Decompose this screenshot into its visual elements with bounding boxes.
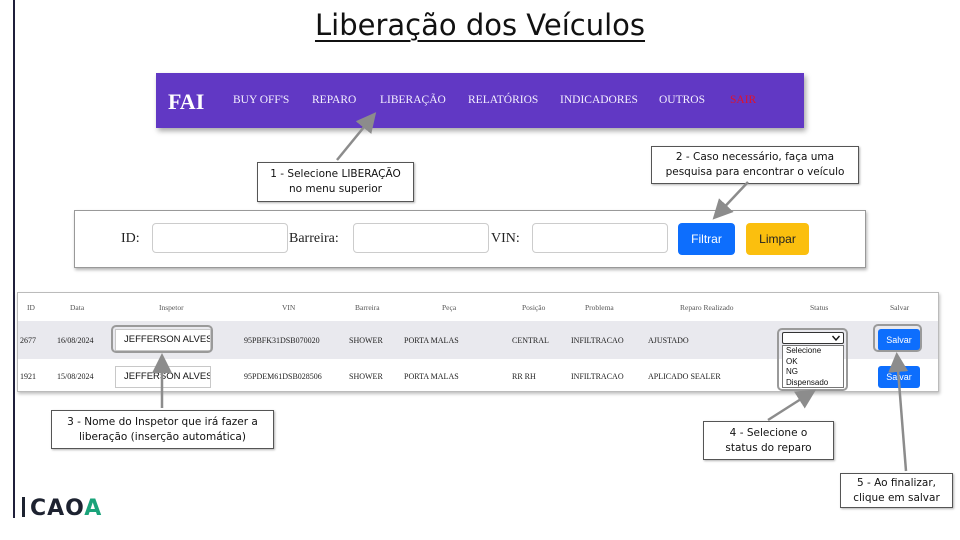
callout-step-2-line2: pesquisa para encontrar o veículo xyxy=(665,166,845,178)
cell-id: 2677 xyxy=(20,336,36,345)
callout-step-5-line1: 5 - Ao finalizar, xyxy=(856,476,937,489)
filter-barreira-label: Barreira: xyxy=(289,231,339,246)
status-option-ok[interactable]: OK xyxy=(783,357,843,368)
callout-step-4-line2: status do reparo xyxy=(725,441,812,454)
nav-item-indicadores[interactable]: INDICADORES xyxy=(560,94,638,106)
callout-step-2-line1: 2 - Caso necessário, faça uma xyxy=(675,151,835,163)
col-header-status: Status xyxy=(810,303,829,312)
callout-step-1: 1 - Selecione LIBERAÇÃO no menu superior xyxy=(257,162,414,202)
filter-panel: ID: Barreira: VIN: Filtrar Limpar xyxy=(74,210,866,268)
callout-step-1-line1: 1 - Selecione LIBERAÇÃO xyxy=(270,168,401,180)
salvar-button[interactable]: Salvar xyxy=(878,366,920,388)
cell-peca: PORTA MALAS xyxy=(404,372,459,381)
cell-data: 15/08/2024 xyxy=(57,372,94,381)
caoa-logo: CAOA xyxy=(22,496,102,521)
col-header-vin: VIN xyxy=(282,303,296,312)
col-header-barreira: Barreira xyxy=(355,303,380,312)
callout-step-1-line2: no menu superior xyxy=(289,183,382,195)
salvar-highlight xyxy=(873,324,922,352)
limpar-button[interactable]: Limpar xyxy=(746,223,809,255)
cell-barreira: SHOWER xyxy=(349,336,383,345)
filter-vin-label: VIN: xyxy=(491,231,520,246)
callout-step-4: 4 - Selecione o status do reparo xyxy=(703,421,834,460)
status-dropdown-list: Selecione OK NG Dispensado xyxy=(782,345,844,388)
cell-reparo: AJUSTADO xyxy=(648,336,689,345)
cell-vin: 95PBFK31DSB070020 xyxy=(244,336,320,345)
nav-item-buy-offs[interactable]: BUY OFF'S xyxy=(233,94,289,106)
callout-step-4-line1: 4 - Selecione o xyxy=(729,426,808,439)
status-option-ng[interactable]: NG xyxy=(783,367,843,378)
top-navbar: FAI BUY OFF'S REPARO LIBERAÇÃO RELATÓRIO… xyxy=(156,73,804,128)
nav-item-sair[interactable]: SAIR xyxy=(730,94,756,106)
cell-problema: INFILTRACAO xyxy=(571,336,624,345)
filter-barreira-input[interactable] xyxy=(353,223,489,253)
callout-step-5-line2: clique em salvar xyxy=(853,491,940,504)
slide-left-rule xyxy=(13,0,15,518)
status-option-selecione[interactable]: Selecione xyxy=(783,346,843,357)
chevron-down-icon xyxy=(832,335,840,341)
cell-reparo: APLICADO SEALER xyxy=(648,372,721,381)
col-header-data: Data xyxy=(70,303,85,312)
cell-vin: 95PDEM61DSB028506 xyxy=(244,372,322,381)
callout-step-3-line2: liberação (inserção automática) xyxy=(79,430,246,443)
col-header-reparo: Reparo Realizado xyxy=(680,303,734,312)
arrow-step-4 xyxy=(767,389,817,422)
cell-problema: INFILTRACAO xyxy=(571,372,624,381)
col-header-salvar: Salvar xyxy=(890,303,910,312)
col-header-inspetor: Inspetor xyxy=(159,303,184,312)
col-header-posicao: Posição xyxy=(522,303,546,312)
cell-id: 1921 xyxy=(20,372,36,381)
status-option-dispensado[interactable]: Dispensado xyxy=(783,378,843,389)
callout-step-3-line1: 3 - Nome do Inspetor que irá fazer a xyxy=(67,415,258,428)
cell-data: 16/08/2024 xyxy=(57,336,94,345)
slide-title: Liberação dos Veículos xyxy=(314,8,646,42)
inspetor-input[interactable]: JEFFERSON ALVES xyxy=(115,366,211,388)
nav-item-relatorios[interactable]: RELATÓRIOS xyxy=(468,94,538,106)
col-header-problema: Problema xyxy=(585,303,614,312)
nav-item-liberacao[interactable]: LIBERAÇÃO xyxy=(380,94,446,106)
table-header-row: ID Data Inspetor VIN Barreira Peça Posiç… xyxy=(18,293,938,321)
callout-step-3: 3 - Nome do Inspetor que irá fazer a lib… xyxy=(51,410,274,449)
filtrar-button[interactable]: Filtrar xyxy=(678,223,735,255)
callout-step-5: 5 - Ao finalizar, clique em salvar xyxy=(840,473,953,508)
callout-step-2: 2 - Caso necessário, faça uma pesquisa p… xyxy=(651,146,859,184)
filter-id-label: ID: xyxy=(121,231,140,246)
filter-id-input[interactable] xyxy=(152,223,288,253)
col-header-id: ID xyxy=(27,303,35,312)
cell-peca: PORTA MALAS xyxy=(404,336,459,345)
nav-brand[interactable]: FAI xyxy=(168,89,204,115)
col-header-peca: Peça xyxy=(442,303,457,312)
inspetor-highlight xyxy=(111,325,213,353)
nav-item-reparo[interactable]: REPARO xyxy=(312,94,356,106)
cell-barreira: SHOWER xyxy=(349,372,383,381)
cell-posicao: RR RH xyxy=(512,372,536,381)
filter-vin-input[interactable] xyxy=(532,223,668,253)
status-select[interactable] xyxy=(782,332,844,344)
cell-posicao: CENTRAL xyxy=(512,336,549,345)
nav-item-outros[interactable]: OUTROS xyxy=(659,94,705,106)
